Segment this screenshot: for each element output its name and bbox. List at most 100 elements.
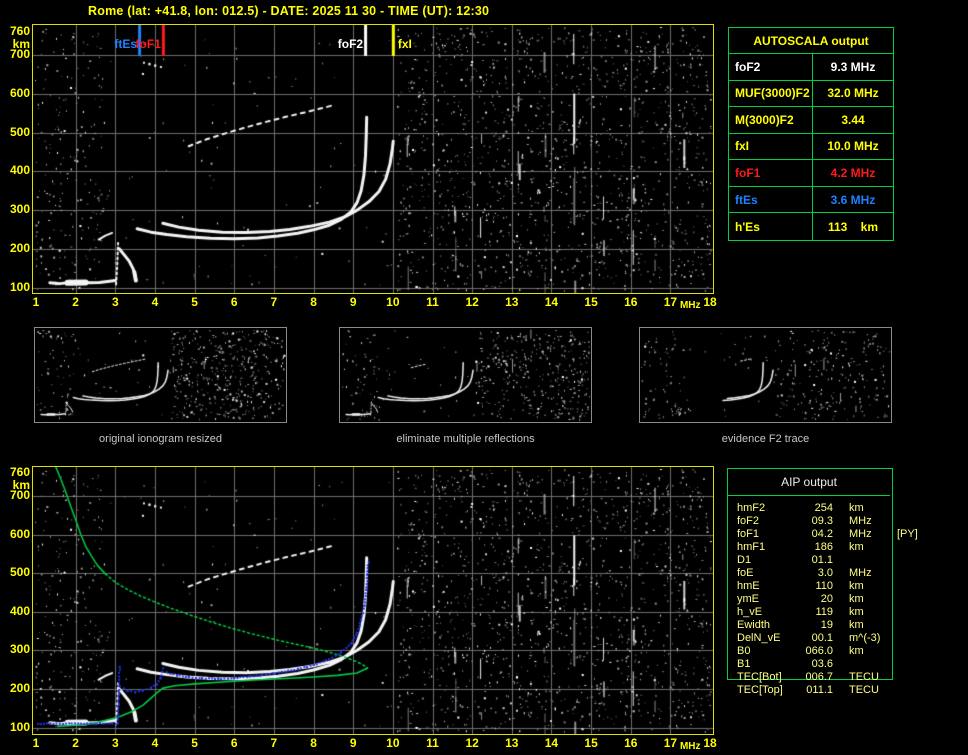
aip-value: 03.6 xyxy=(811,658,833,670)
x-tick-label: 11 xyxy=(426,736,439,750)
autoscala-param-label: M(3000)F2 xyxy=(735,112,794,127)
aip-unit: km xyxy=(849,645,864,657)
autoscala-row-MUF(3000)F2: MUF(3000)F2 32.0 MHz xyxy=(729,80,893,108)
thumbnail-evidence-f2 xyxy=(639,327,892,423)
x-tick-label: 10 xyxy=(386,295,400,309)
x-tick-label: 14 xyxy=(544,295,559,309)
y-tick-label: 400 xyxy=(9,603,30,618)
aip-note: [PY] xyxy=(897,528,918,540)
ionogram-plot-bottom xyxy=(32,466,714,735)
x-tick-label: 7 xyxy=(270,295,278,309)
aip-value: 00.1 xyxy=(811,632,833,644)
aip-value: 011.1 xyxy=(806,684,833,696)
ionogram-canvas-bottom xyxy=(33,467,713,734)
aip-name: h_vE xyxy=(737,606,763,618)
autoscala-param-label: foF2 xyxy=(735,59,761,74)
autoscala-row-ftEs: ftEs 3.6 MHz xyxy=(729,186,893,214)
thumbnail-canvas-eliminate xyxy=(340,328,591,422)
aip-unit: m^(-3) xyxy=(849,632,881,644)
y-tick-label: 100 xyxy=(9,279,30,294)
autoscala-param-label: h'Es xyxy=(735,219,760,234)
x-tick-label: 15 xyxy=(584,736,598,750)
x-tick-label: 15 xyxy=(584,295,598,309)
aip-value: 20 xyxy=(820,593,833,605)
aip-unit: km xyxy=(849,593,864,605)
aip-unit: km xyxy=(849,619,864,631)
x-tick-label: 6 xyxy=(230,295,238,309)
aip-name: ymE xyxy=(737,593,759,605)
aip-value: 006.7 xyxy=(805,671,833,683)
y-tick-label: 700 xyxy=(9,47,30,62)
aip-value: 186 xyxy=(814,541,833,553)
x-tick-label: 2 xyxy=(72,295,79,309)
autoscala-param-value: 32.0 MHz xyxy=(812,80,893,107)
autoscala-param-value: 9.3 MHz xyxy=(812,54,893,80)
autoscala-output-panel: AUTOSCALA output foF2 9.3 MHz MUF(3000)F2 3… xyxy=(728,27,894,241)
thumbnail-caption-evidence: evidence F2 trace xyxy=(721,433,810,445)
x-tick-label: 12 xyxy=(465,295,479,309)
autoscala-param-label: ftEs xyxy=(735,192,758,207)
aip-unit: km xyxy=(849,580,864,592)
aip-name: Ewidth xyxy=(737,619,771,631)
aip-name: foF1 xyxy=(737,528,760,540)
y-tick-label: 200 xyxy=(9,680,30,695)
x-tick-label: 2 xyxy=(72,736,79,750)
autoscala-row-h'Es: h'Es 113 km xyxy=(729,213,893,240)
aip-unit: MHz xyxy=(849,515,872,527)
x-tick-label: 10 xyxy=(386,736,400,750)
y-tick-label: 760 xyxy=(9,464,30,479)
y-tick-label: 200 xyxy=(9,240,30,255)
aip-row-foE: foE 3.0 MHz xyxy=(727,567,963,580)
x-tick-label: 13 xyxy=(505,736,519,750)
x-axis-unit-label: MHz xyxy=(679,300,701,311)
aip-value: 119 xyxy=(815,606,833,618)
aip-value: 3.0 xyxy=(817,567,833,579)
thumbnail-eliminate-reflections xyxy=(339,327,592,423)
x-tick-label: 3 xyxy=(111,295,119,309)
autoscala-param-value: 113 km xyxy=(812,213,893,240)
x-tick-label: 16 xyxy=(624,736,638,750)
x-tick-label: 5 xyxy=(191,295,198,309)
aip-row-B0: B0 066.0 km xyxy=(727,645,963,658)
y-tick-label: 600 xyxy=(9,86,30,100)
aip-row-TEC[Top]: TEC[Top] 011.1 TECU xyxy=(727,684,963,697)
aip-unit: km xyxy=(849,502,864,514)
thumbnail-caption-eliminate: eliminate multiple reflections xyxy=(396,433,535,445)
thumbnail-original-ionogram xyxy=(34,327,287,423)
aip-row-foF2: foF2 09.3 MHz xyxy=(727,515,963,528)
autoscala-row-foF1: foF1 4.2 MHz xyxy=(729,160,893,187)
y-tick-label: 700 xyxy=(9,487,30,502)
aip-row-TEC[Bot]: TEC[Bot] 006.7 TECU xyxy=(727,671,963,684)
autoscala-param-label: foF1 xyxy=(735,166,761,181)
aip-unit xyxy=(849,554,895,567)
x-tick-label: 16 xyxy=(624,295,638,309)
x-tick-label: 7 xyxy=(270,736,278,750)
aip-unit: km xyxy=(849,541,864,553)
x-tick-label: 6 xyxy=(230,736,238,750)
aip-output-title: AIP output xyxy=(728,469,890,496)
autoscala-param-label: fxI xyxy=(735,139,750,154)
x-tick-label: 9 xyxy=(349,295,357,309)
aip-unit xyxy=(849,658,895,671)
autoscala-output-title: AUTOSCALA output xyxy=(729,28,893,54)
aip-name: hmF1 xyxy=(737,541,766,553)
aip-row-DelN_vE: DelN_vE 00.1 m^(-3) xyxy=(727,632,963,645)
autoscala-param-label: MUF(3000)F2 xyxy=(735,86,810,101)
x-tick-label: 8 xyxy=(310,295,317,309)
thumbnail-canvas-evidence xyxy=(640,328,891,422)
marker-label-foF1: foF1 xyxy=(135,37,161,51)
ionogram-plot-top xyxy=(32,24,714,294)
x-tick-label: 4 xyxy=(151,295,159,309)
x-tick-label: 8 xyxy=(310,736,317,750)
marker-label-fxI: fxI xyxy=(397,37,412,51)
thumbnail-canvas-original xyxy=(35,328,286,422)
aip-row-h_vE: h_vE 119 km xyxy=(727,606,963,619)
x-tick-label: 1 xyxy=(32,736,40,750)
x-tick-label: 14 xyxy=(544,736,559,750)
aip-value: 09.3 xyxy=(811,515,833,527)
y-tick-label: 600 xyxy=(9,526,30,541)
autoscala-param-value: 3.44 xyxy=(812,107,893,133)
aip-unit: MHz xyxy=(849,567,872,579)
aip-unit: km xyxy=(849,606,864,618)
marker-label-foF2: foF2 xyxy=(337,37,364,51)
